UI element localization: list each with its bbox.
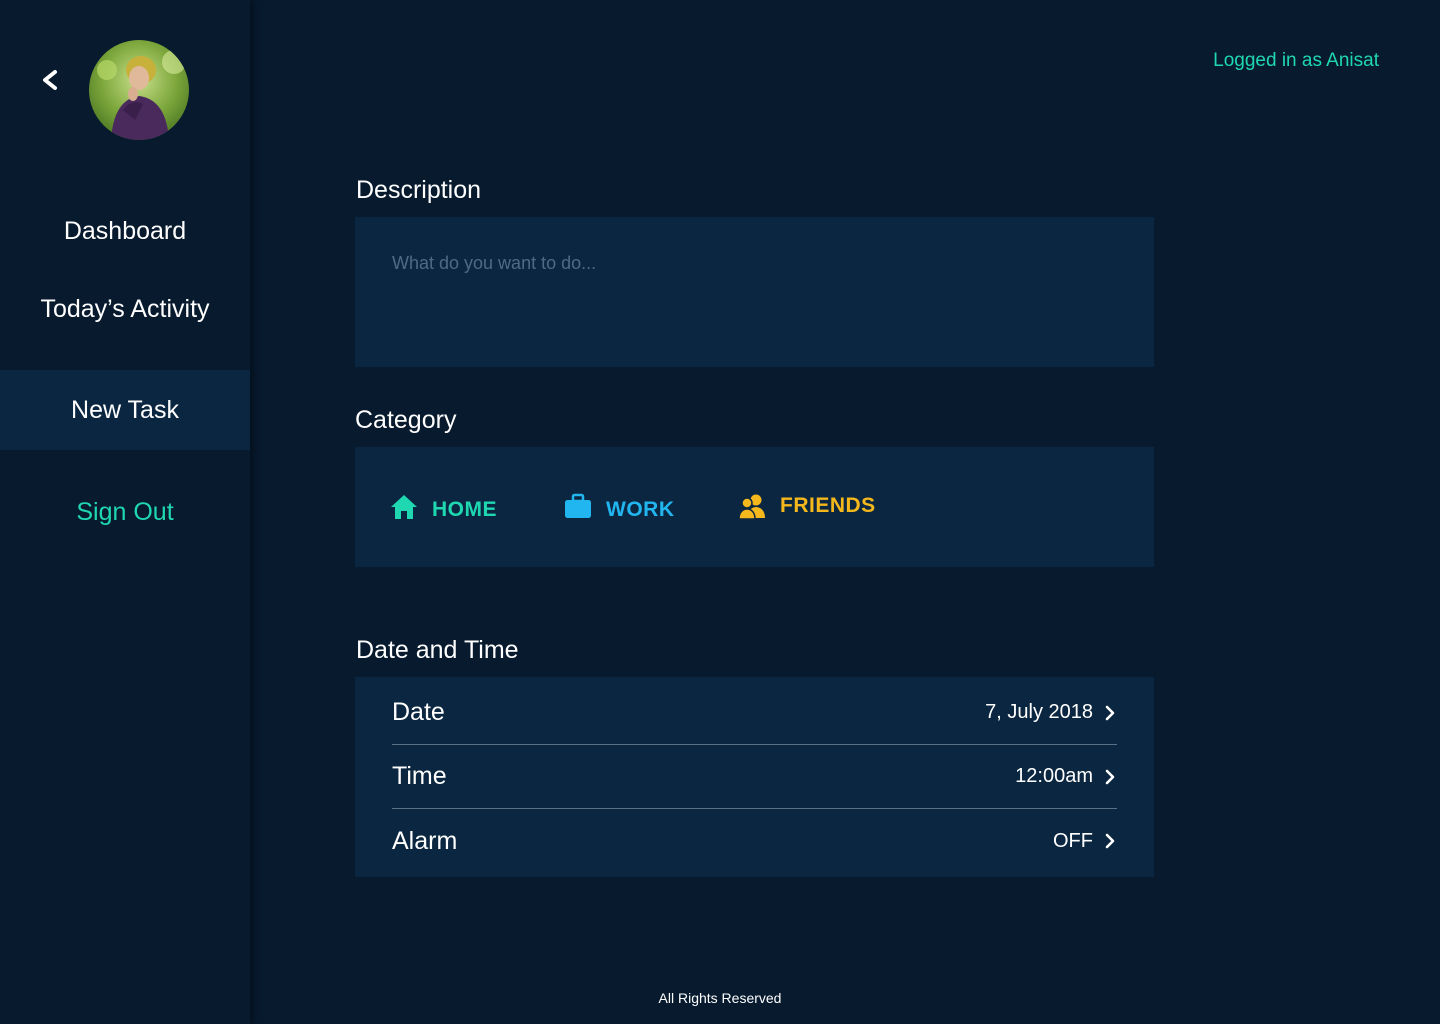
chevron-right-icon	[1103, 703, 1117, 723]
alarm-value: OFF	[1053, 829, 1093, 852]
sidebar-item-label: Dashboard	[63, 216, 187, 245]
category-friends-button[interactable]: FRIENDS	[738, 492, 876, 520]
briefcase-icon	[564, 493, 592, 521]
sign-out-button[interactable]: Sign Out	[0, 472, 250, 552]
description-title: Description	[356, 176, 482, 204]
avatar-image	[89, 40, 189, 140]
chevron-right-icon	[1103, 767, 1117, 787]
sidebar-item-label: Sign Out	[76, 497, 174, 526]
date-value-group: 7, July 2018	[985, 701, 1117, 724]
category-label: FRIENDS	[780, 494, 876, 517]
sidebar-item-dashboard[interactable]: Dashboard	[0, 191, 250, 271]
time-value-group: 12:00am	[1015, 765, 1117, 788]
alarm-row[interactable]: Alarm OFF	[392, 809, 1117, 873]
date-time-title: Date and Time	[356, 636, 519, 664]
time-label: Time	[392, 762, 447, 790]
home-icon	[390, 493, 418, 521]
category-home-button[interactable]: HOME	[390, 492, 497, 522]
description-input[interactable]	[355, 217, 1154, 367]
category-work-button[interactable]: WORK	[564, 492, 675, 522]
sidebar-item-new-task[interactable]: New Task	[0, 370, 250, 450]
category-panel: HOME WORK FRIENDS	[355, 447, 1154, 567]
sidebar: Dashboard Today’s Activity New Task Sign…	[0, 0, 250, 1024]
sidebar-item-todays-activity[interactable]: Today’s Activity	[0, 269, 250, 349]
date-row[interactable]: Date 7, July 2018	[392, 681, 1117, 745]
category-label: HOME	[432, 498, 497, 521]
category-label: WORK	[606, 498, 675, 521]
date-value: 7, July 2018	[985, 701, 1093, 723]
time-value: 12:00am	[1015, 765, 1093, 787]
back-button[interactable]	[36, 66, 64, 94]
description-panel	[355, 217, 1154, 367]
date-time-panel: Date 7, July 2018 Time 12:00am Alarm OFF	[355, 677, 1154, 877]
chevron-right-icon	[1103, 831, 1117, 851]
category-title: Category	[355, 406, 457, 434]
sidebar-item-label: New Task	[71, 395, 179, 424]
alarm-value-group: OFF	[1053, 830, 1117, 853]
app: Dashboard Today’s Activity New Task Sign…	[0, 0, 1440, 1024]
logged-in-status: Logged in as Anisat	[1213, 50, 1379, 71]
chevron-left-icon	[43, 70, 57, 90]
avatar[interactable]	[89, 40, 189, 140]
alarm-label: Alarm	[392, 826, 458, 855]
date-label: Date	[392, 698, 445, 726]
friends-icon	[738, 492, 766, 520]
time-row[interactable]: Time 12:00am	[392, 745, 1117, 809]
sidebar-item-label: Today’s Activity	[40, 294, 210, 323]
